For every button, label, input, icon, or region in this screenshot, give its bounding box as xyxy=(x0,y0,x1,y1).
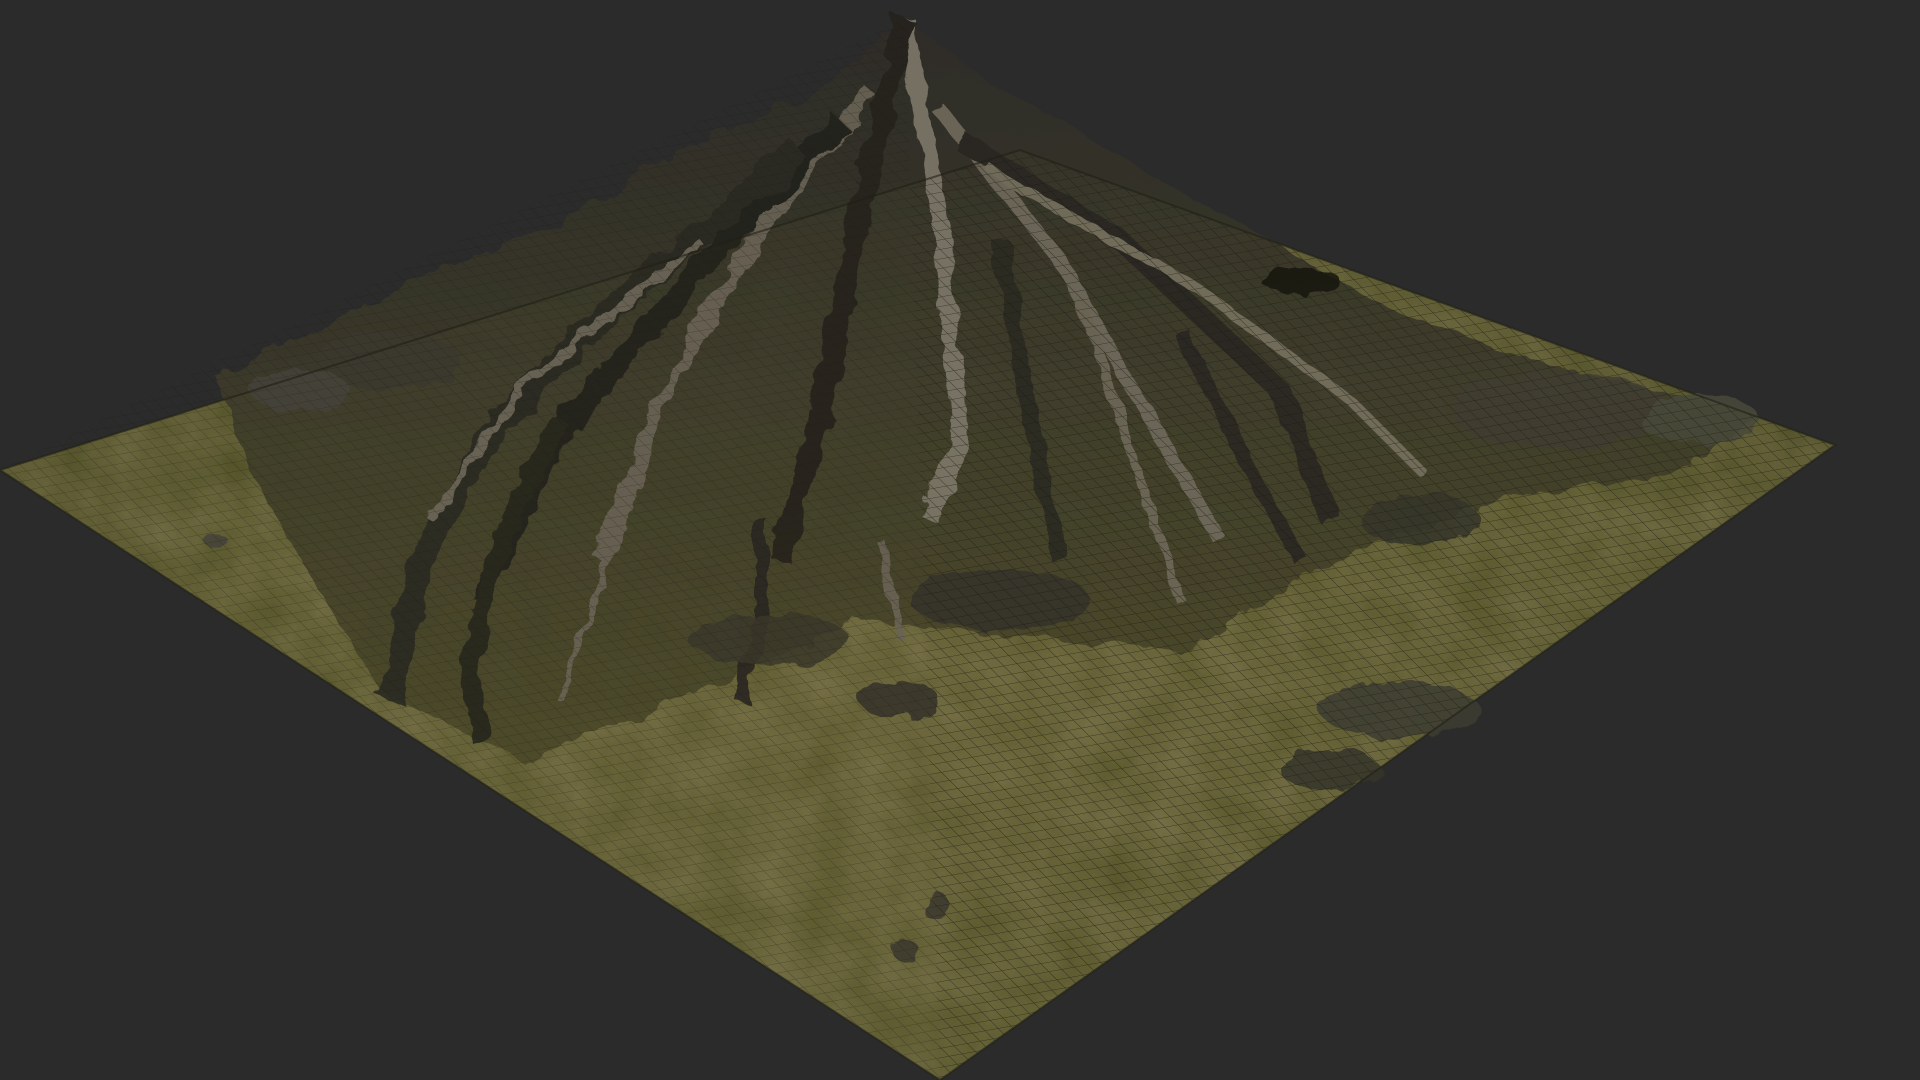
wireframe-overlay-plane xyxy=(0,150,1835,1080)
terrain-mesh[interactable] xyxy=(0,0,1920,1080)
3d-viewport[interactable] xyxy=(0,0,1920,1080)
